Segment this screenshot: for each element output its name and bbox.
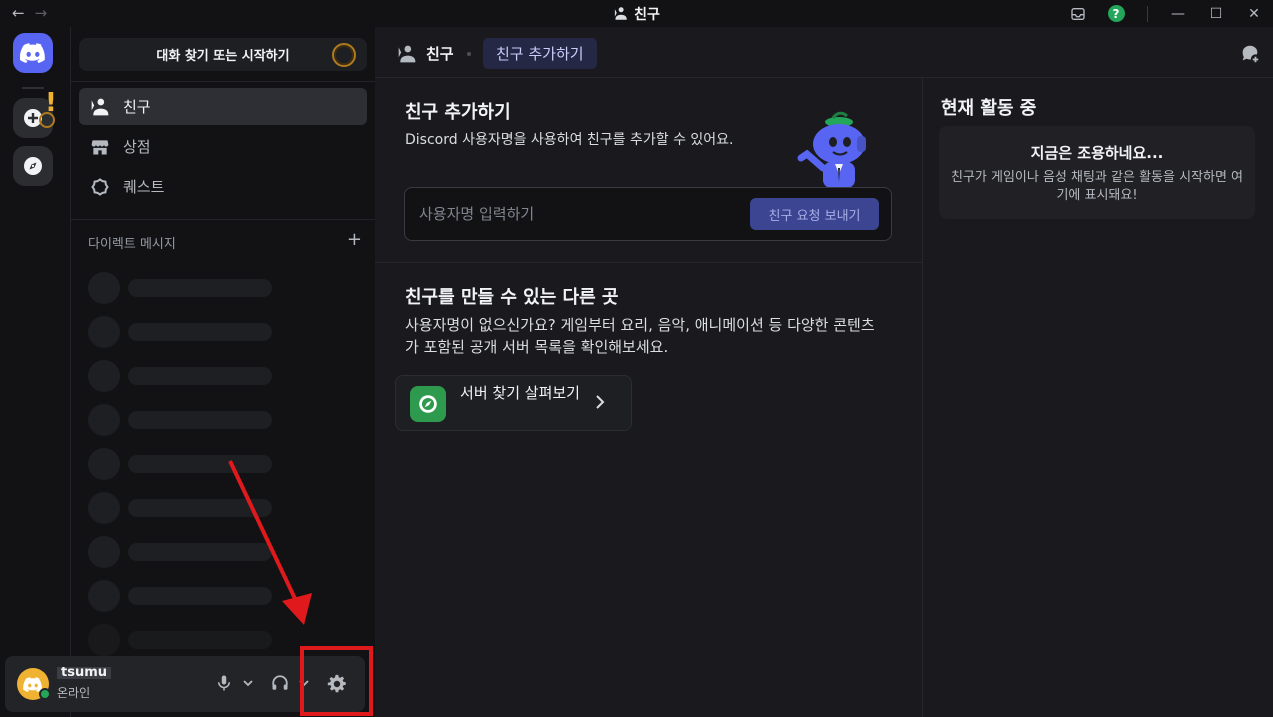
loading-ring-icon [332, 43, 356, 67]
active-now-panel: 현재 활동 중 지금은 조용하네요... 친구가 게임이나 음성 채팅과 같은 … [922, 78, 1273, 717]
rail-divider [22, 87, 44, 89]
window-title-text: 친구 [634, 7, 660, 23]
active-now-title: 현재 활동 중 [941, 98, 1037, 119]
other-places-description: 사용자명이 없으신가요? 게임부터 요리, 음악, 애니메이션 등 다양한 콘텐… [405, 316, 875, 356]
friends-header-label: 친구 [426, 45, 454, 63]
add-friend-panel: 친구 추가하기 Discord 사용자명을 사용하여 친구를 추가할 수 있어요… [375, 78, 922, 717]
sidebar-item-friends[interactable]: 친구 [79, 88, 367, 125]
search-label: 대화 찾기 또는 시작하기 [156, 49, 290, 64]
explore-servers-button[interactable] [13, 146, 53, 186]
friends-icon [613, 6, 628, 25]
dm-placeholder-row [88, 360, 272, 392]
chevron-right-icon [594, 394, 606, 414]
wumpus-mascot-illustration [797, 111, 866, 188]
close-icon[interactable]: ✕ [1235, 0, 1273, 27]
active-now-empty-description: 친구가 게임이나 음성 채팅과 같은 활동을 시작하면 여기에 표시돼요! [950, 170, 1244, 203]
explore-discoverable-servers-button[interactable]: 서버 찾기 살펴보기 [395, 375, 632, 431]
maximize-icon[interactable]: ☐ [1197, 0, 1235, 27]
deafen-button[interactable] [270, 674, 290, 692]
discord-logo-icon [20, 43, 45, 63]
inbox-icon[interactable] [1059, 0, 1097, 27]
username[interactable]: tsumu [57, 667, 112, 679]
dm-placeholder-row [88, 272, 272, 304]
other-places-title: 친구를 만들 수 있는 다른 곳 [405, 287, 619, 308]
compass-icon [24, 157, 42, 175]
section-divider [375, 262, 922, 263]
alert-icon: ! [45, 88, 57, 118]
add-friend-form: 친구 요청 보내기 [404, 187, 892, 241]
sidebar-item-label: 퀘스트 [123, 178, 165, 196]
separator-dot [467, 52, 471, 56]
title-bar: ← → 친구 ? — ☐ ✕ [0, 0, 1273, 27]
help-button[interactable]: ? [1097, 0, 1135, 27]
dm-placeholder-row [88, 404, 272, 436]
username-input[interactable] [405, 188, 745, 240]
active-now-empty-card: 지금은 조용하네요... 친구가 게임이나 음성 채팅과 같은 활동을 시작하면… [939, 126, 1255, 219]
window-controls: ? — ☐ ✕ [1059, 0, 1273, 27]
annotation-arrow [228, 460, 312, 625]
main-topbar: 친구 친구 추가하기 [375, 27, 1273, 78]
create-dm-icon[interactable]: + [347, 231, 362, 252]
sidebar-item-label: 친구 [123, 98, 151, 116]
discord-home-button[interactable] [13, 33, 53, 73]
friends-icon [397, 44, 417, 64]
compass-icon [410, 386, 446, 422]
shop-icon [89, 136, 111, 158]
dm-placeholder-row [88, 316, 272, 348]
dm-header: 다이렉트 메시지 + [88, 231, 362, 253]
sidebar-divider [71, 219, 376, 220]
new-group-dm-button[interactable] [1239, 43, 1261, 65]
add-friend-title: 친구 추가하기 [405, 102, 511, 123]
add-friend-description: Discord 사용자명을 사용하여 친구를 추가할 수 있어요. [405, 132, 734, 148]
annotation-highlight-box [300, 646, 373, 716]
friends-header: 친구 [397, 43, 454, 64]
tab-add-friend[interactable]: 친구 추가하기 [483, 38, 597, 69]
divider [1135, 0, 1159, 27]
send-friend-request-button[interactable]: 친구 요청 보내기 [750, 198, 879, 230]
minimize-icon[interactable]: — [1159, 0, 1197, 27]
active-now-empty-title: 지금은 조용하네요... [1030, 144, 1164, 162]
dm-header-label: 다이렉트 메시지 [88, 237, 176, 252]
sidebar-item-quests[interactable]: 퀘스트 [79, 168, 367, 205]
search-conversation-button[interactable]: 대화 찾기 또는 시작하기 [79, 38, 367, 71]
microphone-icon [218, 675, 230, 691]
new-group-dm-icon [1242, 45, 1259, 63]
mute-button[interactable] [215, 674, 233, 692]
explore-button-label: 서버 찾기 살펴보기 [460, 384, 580, 402]
chevron-down-icon[interactable] [242, 677, 254, 689]
sidebar-divider [71, 81, 376, 82]
quests-icon [89, 176, 111, 198]
headphones-icon [272, 675, 288, 690]
sidebar-item-label: 상점 [123, 138, 151, 156]
server-rail: ! [0, 27, 70, 717]
help-icon: ? [1107, 5, 1125, 22]
online-status-dot [39, 688, 51, 700]
user-status-text: 온라인 [57, 686, 91, 700]
friends-icon [89, 96, 111, 118]
sidebar-item-shop[interactable]: 상점 [79, 128, 367, 165]
